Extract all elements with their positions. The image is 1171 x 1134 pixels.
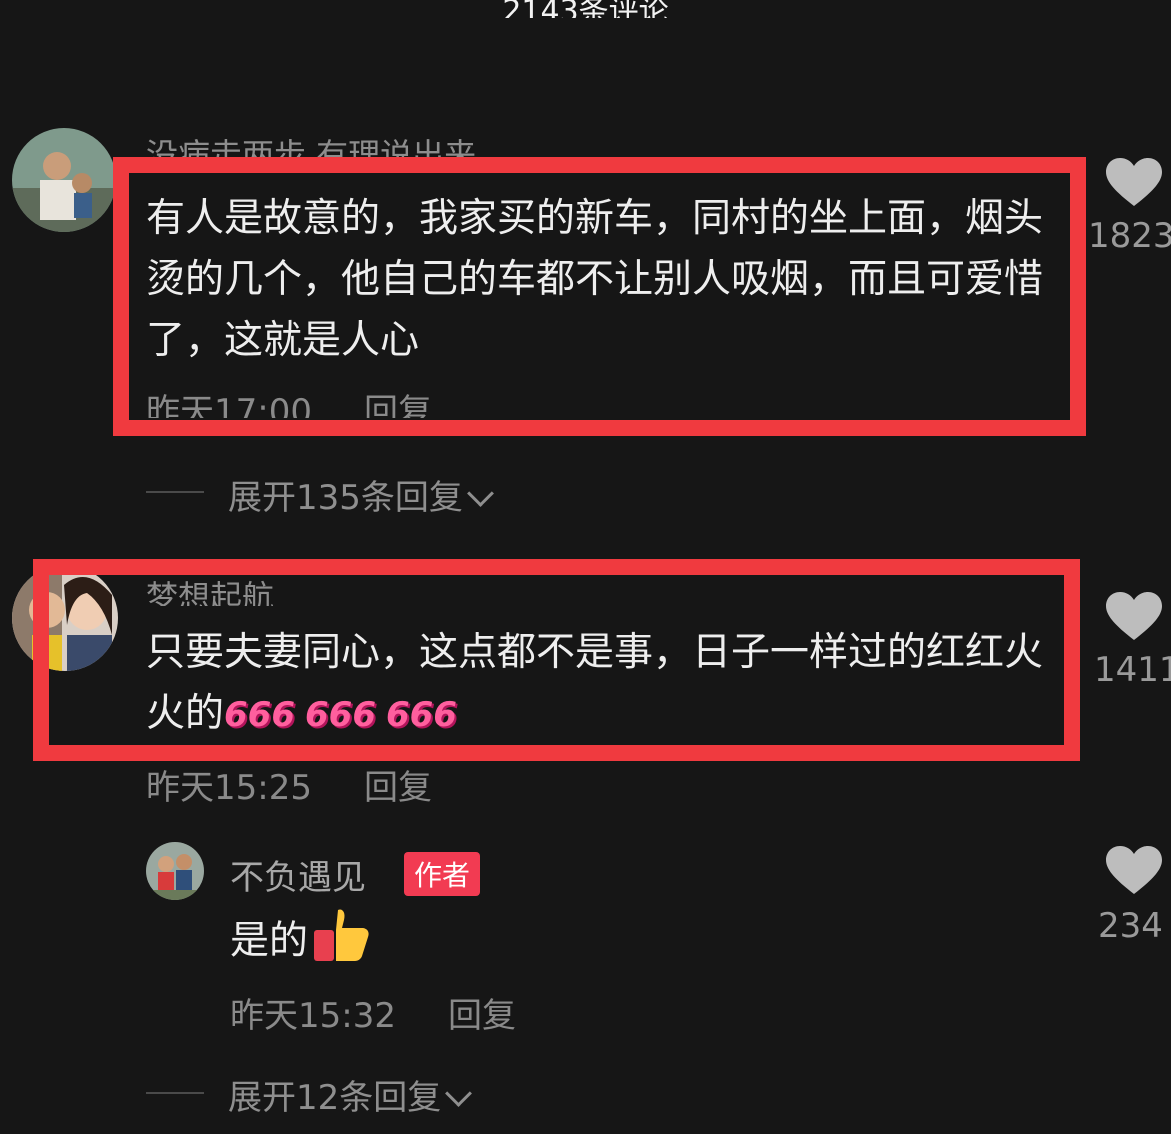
reply-username[interactable]: 不负遇见 — [230, 850, 366, 899]
expand-divider — [146, 491, 204, 493]
comment-username[interactable]: 没病走两步 有理说出来 — [146, 130, 476, 160]
avatar[interactable] — [146, 842, 204, 900]
comment-text: 只要夫妻同心，这点都不是事，日子一样过的红红火火的666 666 666 — [146, 622, 1056, 746]
emoji-666: 666 — [385, 695, 457, 735]
like-count: 234 — [1098, 906, 1163, 946]
thumbs-up-icon — [312, 906, 370, 980]
chevron-down-icon — [466, 480, 494, 507]
like-count: 1823 — [1088, 216, 1171, 256]
comment-meta: 昨天15:25 回复 — [146, 760, 432, 809]
emoji-666: 666 — [224, 695, 295, 735]
comment-count-title: 2143条评论 — [502, 0, 669, 18]
comment-text: 有人是故意的，我家买的新车，同村的坐上面，烟头烫的几个，他自己的车都不让别人吸烟… — [146, 196, 1044, 363]
heart-icon[interactable] — [1106, 846, 1162, 896]
comment-time: 昨天17:00 — [146, 392, 312, 418]
comment-meta: 昨天17:00 回复 — [146, 384, 432, 418]
author-badge: 作者 — [404, 852, 481, 896]
reply-button[interactable]: 回复 — [364, 768, 432, 808]
reply-button[interactable]: 回复 — [448, 996, 516, 1036]
expand-replies-label: 展开12条回复 — [228, 1078, 442, 1118]
heart-icon[interactable] — [1106, 592, 1162, 642]
expand-replies-button[interactable]: 展开12条回复 — [228, 1070, 473, 1119]
reply-button[interactable]: 回复 — [364, 392, 432, 418]
reply-meta: 昨天15:32 回复 — [230, 988, 516, 1037]
emoji-666: 666 — [305, 695, 376, 735]
avatar[interactable] — [12, 565, 118, 671]
expand-replies-label: 展开135条回复 — [228, 478, 463, 518]
expand-replies-button[interactable]: 展开135条回复 — [228, 470, 494, 519]
expand-divider — [146, 1092, 204, 1094]
reply-text-body: 是的 — [230, 918, 309, 964]
reply-time: 昨天15:32 — [230, 996, 396, 1036]
heart-icon[interactable] — [1106, 158, 1162, 208]
avatar[interactable] — [12, 128, 116, 232]
reply-text: 是的 — [230, 906, 370, 980]
chevron-down-icon — [445, 1080, 473, 1107]
like-count: 1411 — [1094, 650, 1171, 690]
comment-time: 昨天15:25 — [146, 768, 312, 808]
comment-username[interactable]: 梦想起航 — [146, 572, 274, 606]
